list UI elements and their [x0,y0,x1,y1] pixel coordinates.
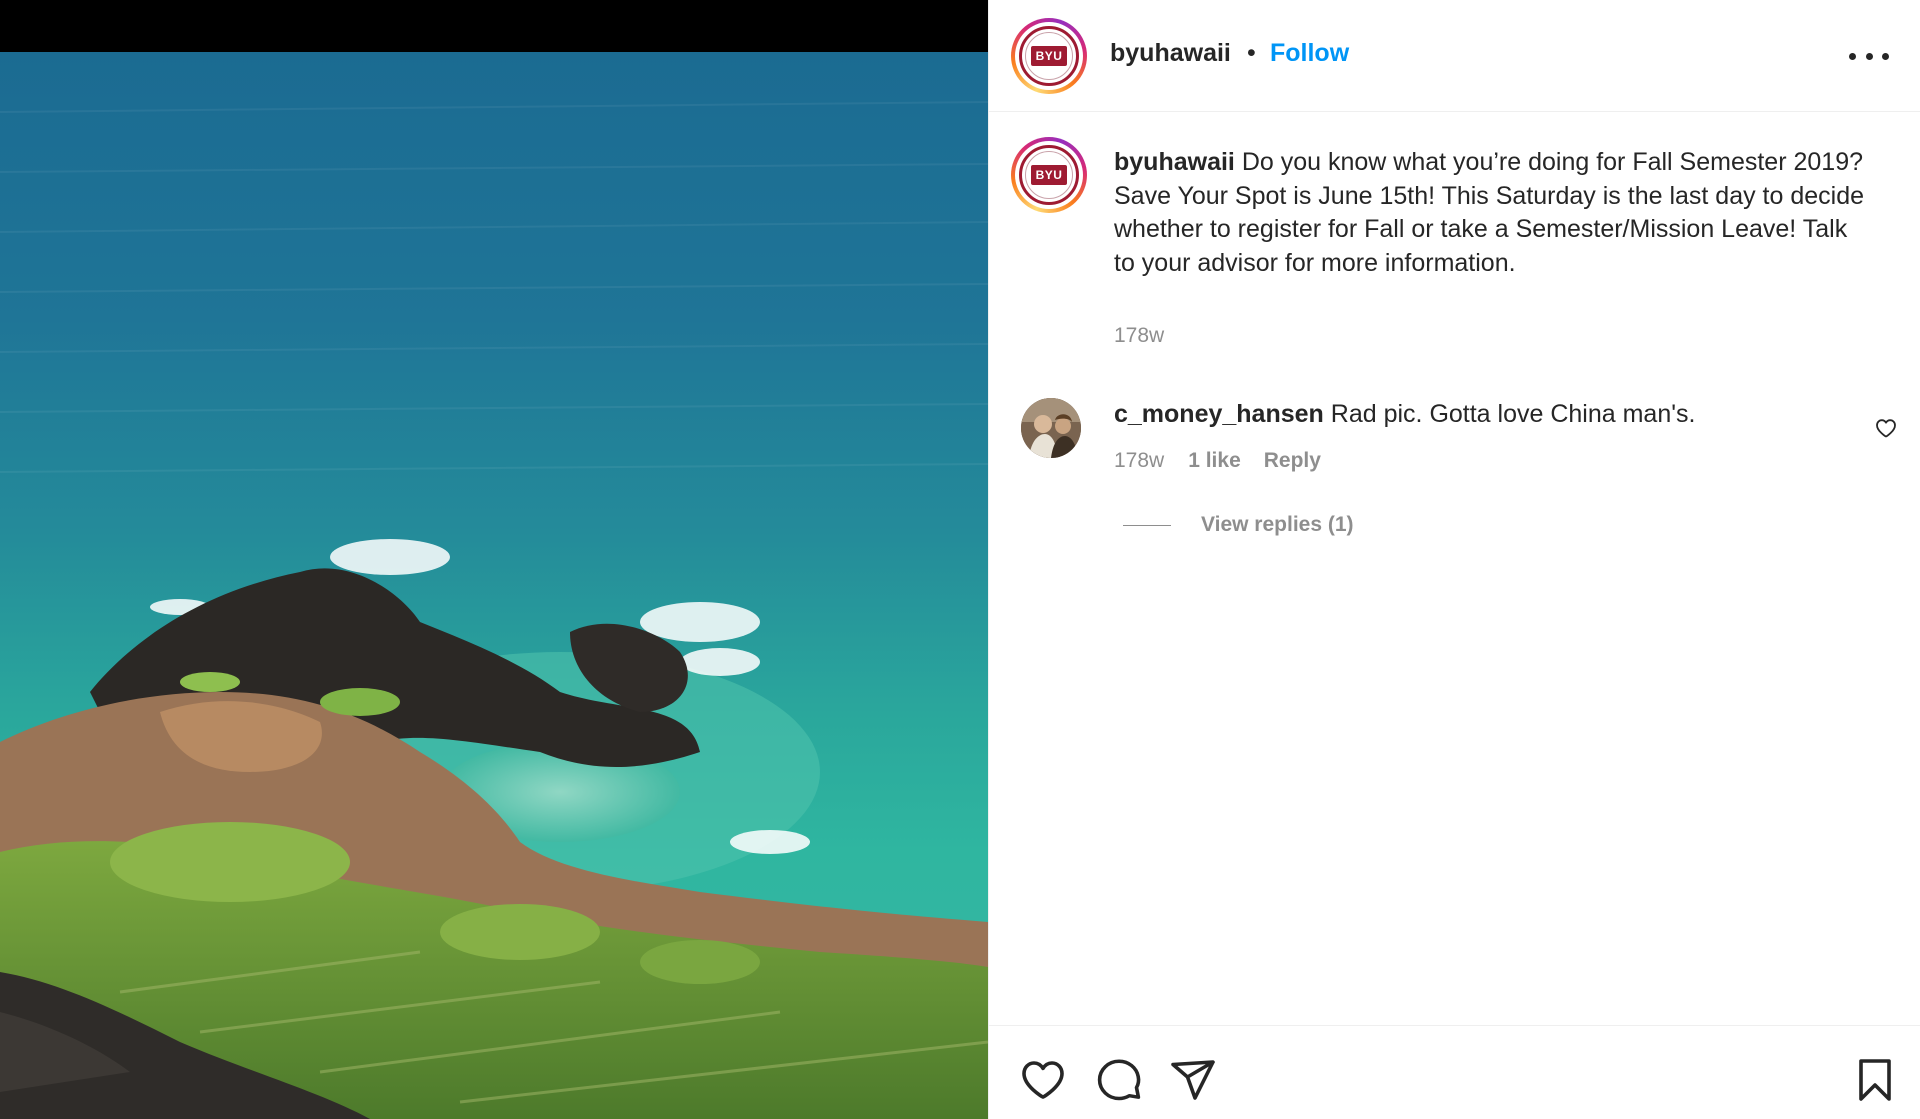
comment-body: Rad pic. Gotta love China man's. [1330,400,1696,428]
caption-avatar[interactable]: BYU [1011,137,1087,213]
comment-likes-count[interactable]: 1 like [1188,449,1241,473]
view-replies-button[interactable]: View replies (1) [1123,513,1354,537]
comment-meta: 178w 1 like Reply [1114,449,1321,473]
view-replies-label: View replies (1) [1201,513,1354,536]
more-options-icon[interactable] [1849,42,1889,70]
commenter-avatar[interactable] [1021,398,1081,458]
comment-timestamp[interactable]: 178w [1114,449,1164,473]
post-author-username[interactable]: byuhawaii [1110,39,1231,68]
follow-button[interactable]: Follow [1270,39,1349,68]
bookmark-icon[interactable] [1851,1056,1899,1104]
avatar[interactable]: BYU [1011,18,1087,94]
byu-logo-text: BYU [1030,165,1068,185]
post-media [0,0,988,1119]
commenter-username[interactable]: c_money_hansen [1114,400,1324,428]
post-header: BYU byuhawaii • Follow [989,0,1920,112]
view-replies-line [1123,524,1171,526]
post-action-bar [989,1025,1920,1119]
comment-text: c_money_hansen Rad pic. Gotta love China… [1114,400,1695,429]
comment-icon[interactable] [1095,1056,1143,1104]
byu-logo-text: BYU [1030,46,1068,66]
send-icon[interactable] [1169,1056,1217,1104]
reply-button[interactable]: Reply [1264,449,1321,473]
post-detail-panel: BYU byuhawaii • Follow BYU byuhawaii Do … [988,0,1920,1119]
media-letterbox [0,0,988,52]
byu-logo-icon: BYU [1019,145,1079,205]
caption-username[interactable]: byuhawaii [1114,148,1235,176]
separator-dot: • [1247,39,1256,67]
post-photo[interactable] [0,52,988,1119]
commenter-photo [1021,398,1081,458]
caption-timestamp[interactable]: 178w [1114,324,1164,348]
caption-text: byuhawaii Do you know what you’re doing … [1114,146,1874,280]
byu-logo-icon: BYU [1019,26,1079,86]
like-heart-icon[interactable] [1019,1056,1067,1104]
comment-heart-icon[interactable] [1874,416,1898,440]
